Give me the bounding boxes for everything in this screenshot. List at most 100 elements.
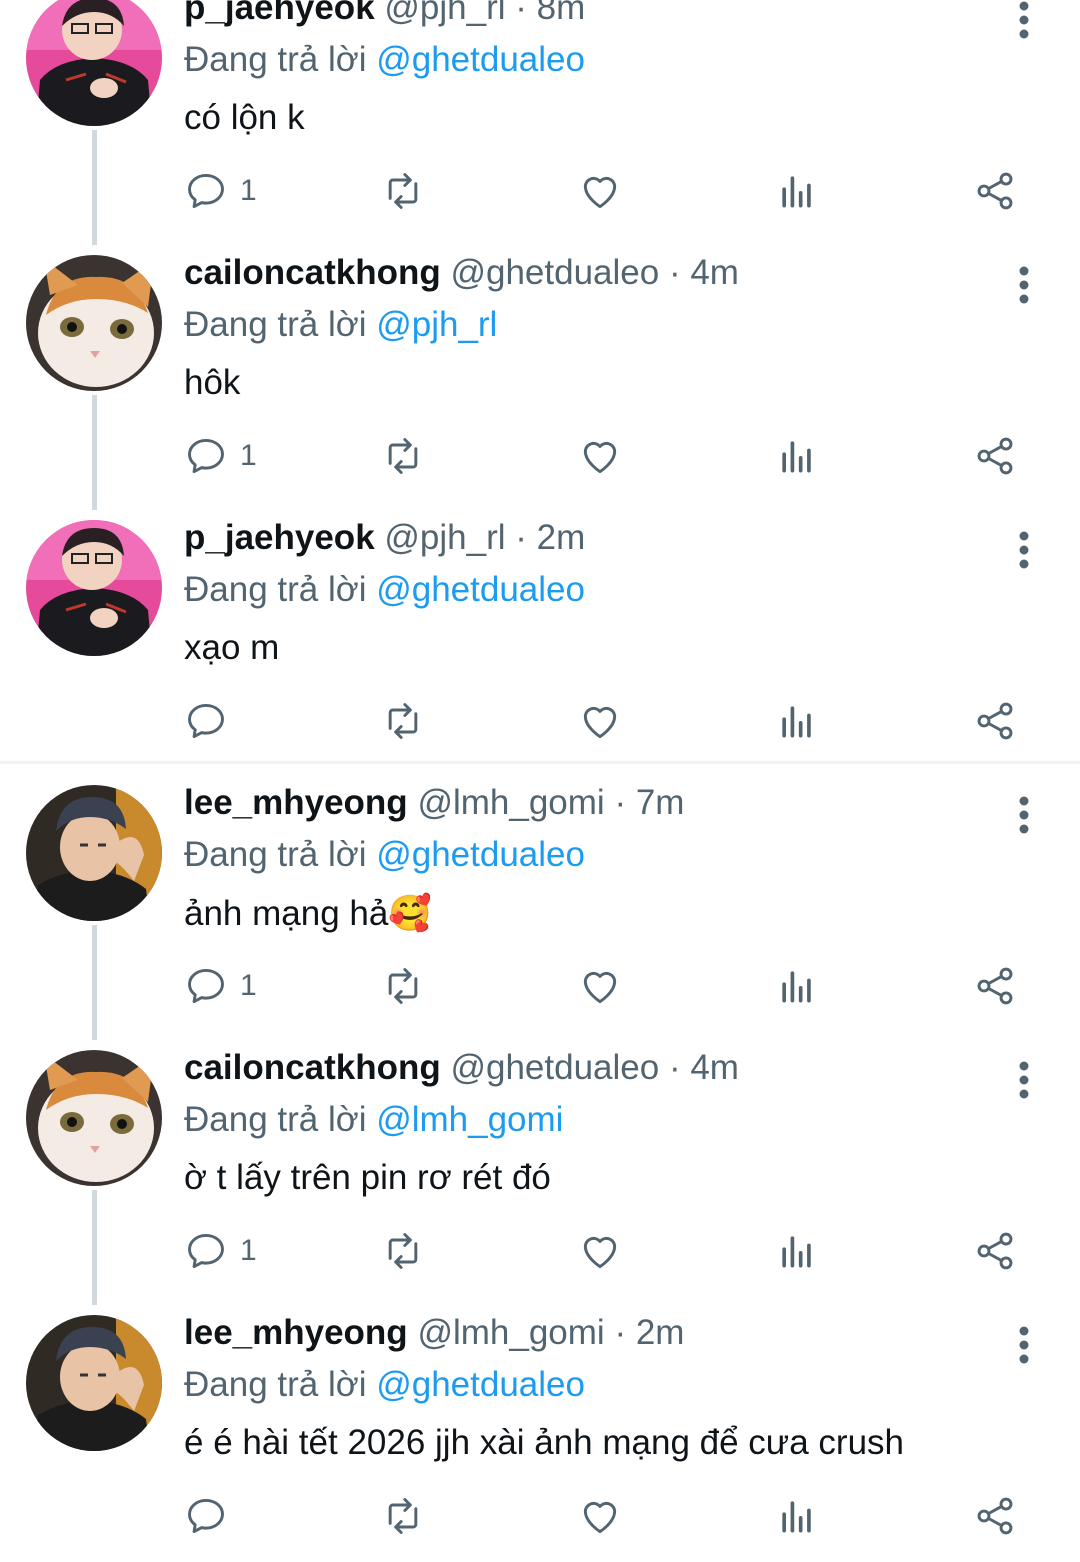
retweet-button[interactable]: [381, 1494, 425, 1538]
tweet-text: có lộn k: [184, 98, 305, 137]
retweet-button[interactable]: [381, 699, 425, 743]
share-button[interactable]: [973, 964, 1017, 1008]
like-button[interactable]: [578, 964, 622, 1008]
timestamp[interactable]: · 2m: [515, 518, 585, 557]
tweet[interactable]: p_jaehyeok @pjh_rl · 8m Đang trả lời @gh…: [0, 0, 1080, 237]
avatar[interactable]: [26, 785, 162, 921]
like-button[interactable]: [578, 1494, 622, 1538]
user-handle[interactable]: @lmh_gomi: [417, 1313, 604, 1352]
like-button[interactable]: [578, 434, 622, 478]
tweet[interactable]: lee_mhyeong @lmh_gomi · 2m Đang trả lời …: [0, 1287, 1080, 1562]
reply-count: 1: [240, 439, 257, 472]
share-icon: [977, 702, 1013, 740]
views-button[interactable]: [775, 699, 819, 743]
reply-mention-link[interactable]: @ghetdualeo: [376, 570, 585, 609]
more-options-button[interactable]: [1006, 528, 1042, 572]
like-button[interactable]: [578, 169, 622, 213]
more-vertical-icon: [1019, 796, 1029, 834]
reply-button[interactable]: 1: [184, 964, 257, 1008]
display-name[interactable]: lee_mhyeong: [184, 1313, 408, 1352]
retweet-icon: [388, 438, 418, 474]
reply-mention-link[interactable]: @pjh_rl: [376, 305, 497, 344]
share-button[interactable]: [973, 1229, 1017, 1273]
reply-mention-link[interactable]: @ghetdualeo: [376, 40, 585, 79]
thread-line: [92, 227, 97, 245]
display-name[interactable]: lee_mhyeong: [184, 783, 408, 822]
avatar-photo-cat: [26, 255, 162, 391]
display-name[interactable]: p_jaehyeok: [184, 0, 375, 27]
tweet-text: é é hài tết 2026 jjh xài ảnh mạng để cưa…: [184, 1423, 904, 1462]
user-handle[interactable]: @ghetdualeo: [450, 1048, 659, 1087]
reply-mention-link[interactable]: @lmh_gomi: [376, 1100, 563, 1139]
tweet-header: p_jaehyeok @pjh_rl · 2m: [184, 518, 585, 558]
reply-count: 1: [240, 174, 257, 207]
retweet-icon: [388, 703, 418, 739]
views-button[interactable]: [775, 1229, 819, 1273]
avatar[interactable]: [26, 255, 162, 391]
reply-button[interactable]: 1: [184, 169, 257, 213]
user-handle[interactable]: @ghetdualeo: [450, 253, 659, 292]
views-button[interactable]: [775, 169, 819, 213]
views-button[interactable]: [775, 434, 819, 478]
reply-button[interactable]: 1: [184, 434, 257, 478]
reply-mention-link[interactable]: @ghetdualeo: [376, 835, 585, 874]
share-icon: [977, 437, 1013, 475]
more-options-button[interactable]: [1006, 1323, 1042, 1367]
like-button[interactable]: [578, 1229, 622, 1273]
share-button[interactable]: [973, 1494, 1017, 1538]
timestamp[interactable]: · 7m: [614, 783, 684, 822]
reply-button[interactable]: 1: [184, 1229, 257, 1273]
user-handle[interactable]: @pjh_rl: [384, 0, 505, 27]
tweet-text: hôk: [184, 363, 241, 402]
avatar[interactable]: [26, 1315, 162, 1451]
display-name[interactable]: cailoncatkhong: [184, 253, 441, 292]
heart-icon: [583, 706, 617, 739]
user-handle[interactable]: @pjh_rl: [384, 518, 505, 557]
retweet-icon: [388, 173, 418, 209]
avatar[interactable]: [26, 1050, 162, 1186]
display-name[interactable]: cailoncatkhong: [184, 1048, 441, 1087]
replying-to: Đang trả lời @ghetdualeo: [184, 570, 585, 610]
views-button[interactable]: [775, 964, 819, 1008]
tweet[interactable]: cailoncatkhong @ghetdualeo · 4m Đang trả…: [0, 227, 1080, 502]
more-options-button[interactable]: [1006, 793, 1042, 837]
share-button[interactable]: [973, 699, 1017, 743]
more-options-button[interactable]: [1006, 263, 1042, 307]
like-button[interactable]: [578, 699, 622, 743]
avatar[interactable]: [26, 0, 162, 126]
reply-button[interactable]: [184, 1494, 240, 1538]
more-options-button[interactable]: [1006, 0, 1042, 42]
tweet-header: lee_mhyeong @lmh_gomi · 2m: [184, 1313, 684, 1353]
reply-mention-link[interactable]: @ghetdualeo: [376, 1365, 585, 1404]
retweet-icon: [388, 1233, 418, 1269]
timestamp[interactable]: · 4m: [669, 1048, 739, 1087]
tweet[interactable]: p_jaehyeok @pjh_rl · 2m Đang trả lời @gh…: [0, 492, 1080, 767]
retweet-button[interactable]: [381, 169, 425, 213]
reply-icon: [188, 438, 224, 474]
views-button[interactable]: [775, 1494, 819, 1538]
more-vertical-icon: [1019, 1061, 1029, 1099]
share-button[interactable]: [973, 169, 1017, 213]
replying-to: Đang trả lời @ghetdualeo: [184, 40, 585, 80]
timestamp[interactable]: · 2m: [614, 1313, 684, 1352]
retweet-button[interactable]: [381, 434, 425, 478]
heart-icon: [583, 1501, 617, 1534]
tweet-text: xạo m: [184, 628, 280, 667]
retweet-button[interactable]: [381, 1229, 425, 1273]
share-button[interactable]: [973, 434, 1017, 478]
avatar[interactable]: [26, 520, 162, 656]
reply-count: 1: [240, 1234, 257, 1267]
user-handle[interactable]: @lmh_gomi: [417, 783, 604, 822]
tweet[interactable]: cailoncatkhong @ghetdualeo · 4m Đang trả…: [0, 1022, 1080, 1297]
reply-button[interactable]: [184, 699, 240, 743]
timestamp[interactable]: · 8m: [515, 0, 585, 27]
reply-prefix: Đang trả lời: [184, 305, 367, 344]
tweet-header: lee_mhyeong @lmh_gomi · 7m: [184, 783, 684, 823]
timestamp[interactable]: · 4m: [669, 253, 739, 292]
retweet-button[interactable]: [381, 964, 425, 1008]
tweet[interactable]: lee_mhyeong @lmh_gomi · 7m Đang trả lời …: [0, 767, 1080, 1032]
tweet-header: p_jaehyeok @pjh_rl · 8m: [184, 0, 585, 28]
more-options-button[interactable]: [1006, 1058, 1042, 1102]
thread-line: [92, 395, 97, 502]
display-name[interactable]: p_jaehyeok: [184, 518, 375, 557]
